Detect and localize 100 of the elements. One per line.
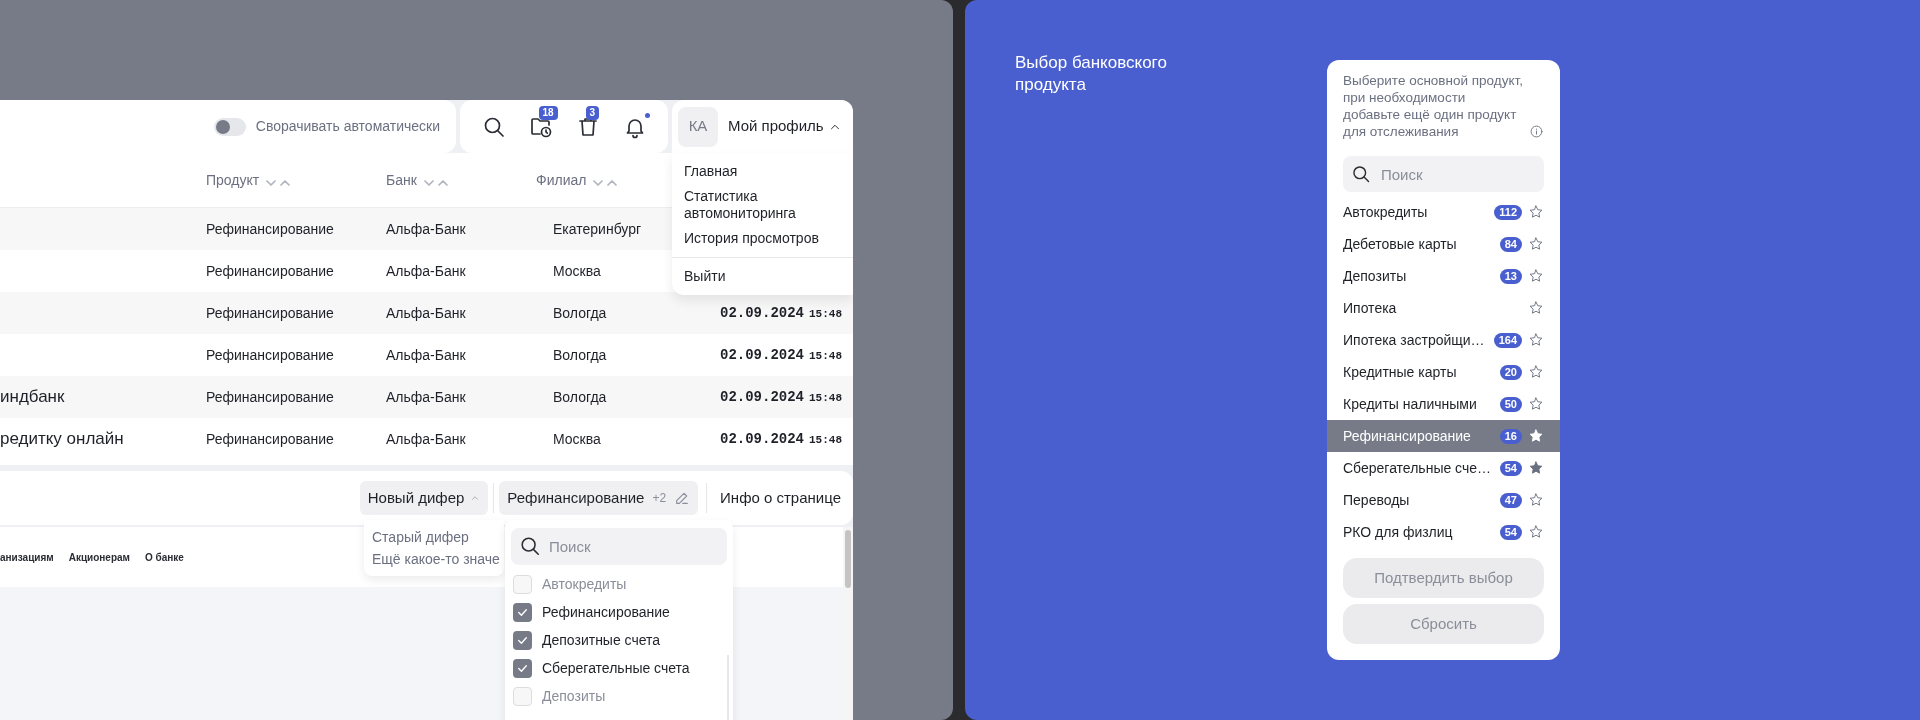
search-field[interactable]: Поиск: [511, 528, 727, 565]
column-header[interactable]: Продукт: [206, 169, 260, 191]
toggle-label: Сворачивать автоматически: [255, 117, 440, 136]
avatar: КА: [678, 106, 718, 147]
table-cell-text: Вологда: [553, 303, 607, 323]
differ-dropdown[interactable]: Новый дифер: [359, 481, 489, 515]
product-item[interactable]: Депозиты 13: [1327, 260, 1560, 292]
star-icon[interactable]: [1528, 204, 1544, 220]
table-cell-text: Вологда: [553, 387, 607, 407]
table-cell-text: редитку онлайн: [0, 428, 124, 451]
table-cell-text: Альфа-Банк: [386, 429, 466, 449]
star-icon[interactable]: [1528, 268, 1544, 284]
table-cell-text: Рефинансирование: [206, 219, 334, 239]
star-icon[interactable]: [1528, 332, 1544, 348]
table-cell-text: Москва: [553, 261, 601, 281]
profile-button[interactable]: Мой профиль: [728, 115, 842, 138]
count-badge: 54: [1499, 524, 1522, 540]
table-cell-text: Рефинансирование: [206, 387, 334, 407]
checkbox-label: Рефинансирование: [542, 603, 670, 622]
star-icon[interactable]: [1528, 428, 1544, 444]
check-icon: [516, 634, 529, 647]
checkbox-label: Депозитные счета: [542, 631, 661, 650]
logout-item[interactable]: Выйти: [672, 264, 853, 289]
menu-item[interactable]: Статистика автомониторинга: [672, 184, 853, 226]
table-cell-text: Екатеринбург: [553, 219, 642, 239]
column-header[interactable]: Банк: [386, 169, 417, 191]
checkbox-label: Депозиты: [542, 687, 606, 706]
count-badge: 50: [1499, 396, 1522, 412]
table-cell-text: Рефинансирование: [206, 429, 334, 449]
table-cell-text: Альфа-Банк: [386, 303, 466, 323]
info-button[interactable]: Инфо о странице: [720, 486, 841, 510]
product-item[interactable]: Сберегательные сче… 54: [1327, 452, 1560, 484]
nav-link[interactable]: Акционерам: [68, 549, 130, 565]
menu-item[interactable]: Ещё какое-то значе: [364, 548, 504, 570]
nav-link[interactable]: О банке: [145, 549, 184, 565]
table-cell-text: Москва: [553, 429, 601, 449]
product-item[interactable]: Ипотека застройщи… 164: [1327, 324, 1560, 356]
count-badge: 3: [585, 105, 600, 120]
checkbox[interactable]: [513, 575, 532, 594]
table-cell-text: Альфа-Банк: [386, 345, 466, 365]
count-badge: 13: [1499, 268, 1522, 284]
menu-item[interactable]: Старый дифер: [364, 526, 504, 548]
menu-item[interactable]: Главная: [672, 159, 853, 184]
product-item[interactable]: Рефинансирование 16: [1327, 420, 1560, 452]
product-filter[interactable]: Рефинансирование +2: [499, 481, 699, 515]
count-badge: 84: [1499, 236, 1522, 252]
table-cell-text: Рефинансирование: [206, 261, 334, 281]
product-item[interactable]: Автокредиты 112: [1327, 196, 1560, 228]
date-cell-text: 02.09.2024: [720, 429, 804, 449]
star-icon[interactable]: [1528, 236, 1544, 252]
checkbox-label: Автокредиты: [542, 575, 627, 594]
table-cell-text: индбанк: [0, 386, 65, 409]
product-item[interactable]: Кредиты наличными 50: [1327, 388, 1560, 420]
checkbox[interactable]: [513, 687, 532, 706]
count-badge: 112: [1494, 204, 1522, 220]
star-icon[interactable]: [1528, 524, 1544, 540]
hint-text: Выберите основной продукт, при необходимости добавьте ещё один продукт для отслеживания: [1343, 72, 1524, 140]
star-icon[interactable]: [1528, 396, 1544, 412]
date-cell-text: 02.09.2024: [720, 387, 804, 407]
count-badge: 16: [1499, 428, 1522, 444]
star-icon[interactable]: [1528, 300, 1544, 316]
product-item[interactable]: Ипотека: [1327, 292, 1560, 324]
table-cell-text: Альфа-Банк: [386, 261, 466, 281]
checkbox[interactable]: [513, 631, 532, 650]
panel-title: Выбор банковского продукта: [1015, 52, 1168, 96]
product-item[interactable]: РКО для физлиц 54: [1327, 516, 1560, 548]
time-cell-text: 15:48: [809, 432, 843, 448]
count-badge: 54: [1499, 460, 1522, 476]
checkbox[interactable]: [513, 659, 532, 678]
time-cell-text: 15:48: [809, 390, 843, 406]
toggle-switch[interactable]: [213, 117, 246, 136]
time-cell-text: 15:48: [809, 348, 843, 364]
star-icon[interactable]: [1528, 460, 1544, 476]
table-cell-text: Альфа-Банк: [386, 219, 466, 239]
product-item[interactable]: Переводы 47: [1327, 484, 1560, 516]
table-cell-text: Рефинансирование: [206, 303, 334, 323]
product-item[interactable]: Кредитные карты 20: [1327, 356, 1560, 388]
menu-item[interactable]: История просмотров: [672, 226, 853, 251]
count-badge: 18: [538, 105, 558, 120]
date-cell-text: 02.09.2024: [720, 345, 804, 365]
info-icon: [1530, 125, 1543, 138]
check-icon: [516, 662, 529, 675]
time-cell-text: 15:48: [809, 306, 843, 322]
table-cell-text: Рефинансирование: [206, 345, 334, 365]
star-icon[interactable]: [1528, 492, 1544, 508]
product-item[interactable]: Дебетовые карты 84: [1327, 228, 1560, 260]
search-field[interactable]: Поиск: [1343, 156, 1544, 192]
count-badge: 47: [1499, 492, 1522, 508]
check-icon: [516, 606, 529, 619]
star-icon[interactable]: [1528, 364, 1544, 380]
table-cell-text: Вологда: [553, 345, 607, 365]
count-badge: 20: [1499, 364, 1522, 380]
date-cell-text: 02.09.2024: [720, 303, 804, 323]
checkbox[interactable]: [513, 603, 532, 622]
table-cell-text: Альфа-Банк: [386, 387, 466, 407]
nav-link[interactable]: анизациям: [0, 549, 54, 565]
column-header[interactable]: Филиал: [536, 169, 587, 191]
checkbox-label: Сберегательные счета: [542, 659, 690, 678]
search-icon: [1351, 164, 1371, 184]
search-icon: [519, 535, 541, 557]
